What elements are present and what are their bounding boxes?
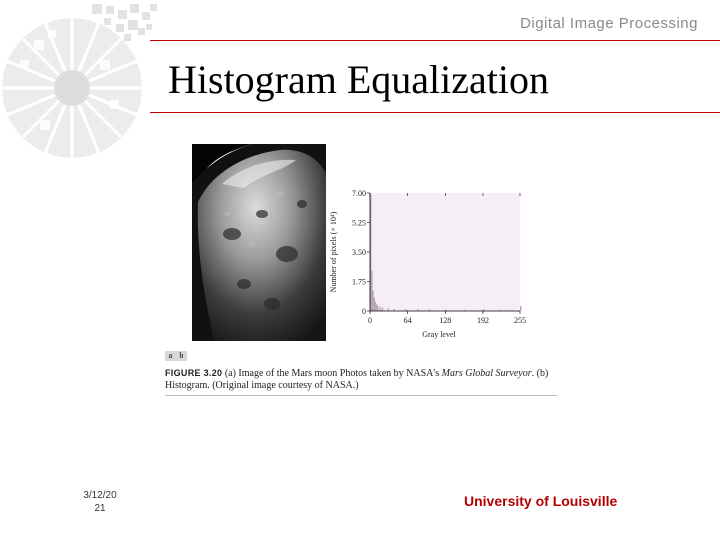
y-tick-label: 5.25 [352, 219, 366, 228]
caption-italic: Mars Global Surveyor [441, 368, 532, 379]
starburst-logo-icon [2, 4, 157, 158]
panel-labels: a b [165, 351, 187, 361]
plot-area [370, 193, 520, 311]
y-tick-label: 0 [362, 307, 366, 316]
histogram-bar [379, 306, 381, 311]
header-rule-bottom [150, 112, 720, 113]
page-number: 21 [94, 503, 106, 514]
y-tick-label: 7.00 [352, 189, 366, 198]
caption-text-1: (a) Image of the Mars moon Photos taken … [224, 368, 442, 379]
x-axis-label: Gray level [422, 330, 456, 339]
x-tick-label: 64 [404, 316, 412, 325]
x-tick-label: 0 [368, 316, 372, 325]
x-tick-label: 255 [514, 316, 526, 325]
slide-title: Histogram Equalization [168, 57, 550, 102]
y-tick-label: 3.50 [352, 248, 366, 257]
figure-caption: FIGURE 3.20 (a) Image of the Mars moon P… [165, 367, 557, 392]
histogram-chart: 0 1.75 3.50 5.25 7.00 0 64 128 192 255 Gray leve… [329, 189, 526, 339]
y-tick-label: 1.75 [352, 278, 366, 287]
panel-label-b: b [179, 351, 184, 360]
caption-rule [165, 395, 557, 396]
footer-organization: University of Louisville [464, 493, 618, 509]
histogram-bar [381, 307, 384, 311]
panel-label-a: a [168, 351, 173, 360]
x-tick-label: 128 [439, 316, 451, 325]
histogram-bar [520, 305, 522, 311]
histogram-bar [377, 305, 379, 311]
figure-label: FIGURE 3.20 [165, 368, 223, 378]
footer-date: 3/12/20 [83, 490, 117, 501]
header-rule-top [150, 40, 720, 41]
mars-moon-image [192, 144, 326, 341]
course-name: Digital Image Processing [520, 15, 698, 32]
footer-date-page: 3/12/20 21 [80, 489, 120, 515]
y-axis-label: Number of pixels (× 10⁴) [329, 211, 338, 292]
x-tick-label: 192 [477, 316, 489, 325]
